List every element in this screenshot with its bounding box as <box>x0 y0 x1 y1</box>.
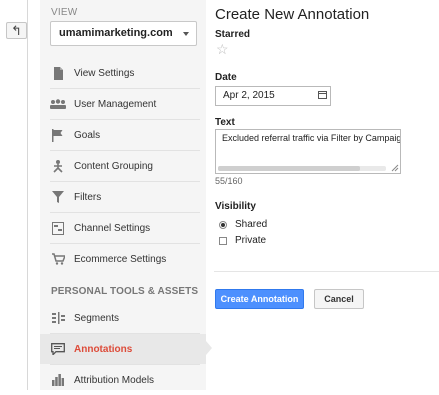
sidebar-item-goals[interactable]: Goals <box>40 120 206 150</box>
sidebar-item-annotations[interactable]: Annotations <box>40 334 206 364</box>
cart-icon <box>50 251 66 267</box>
attribution-icon <box>50 372 66 388</box>
section-title: PERSONAL TOOLS & ASSETS <box>51 286 199 297</box>
resize-handle-icon[interactable] <box>391 164 399 172</box>
sidebar-item-label: Ecommerce Settings <box>74 253 167 265</box>
rail-divider <box>27 0 28 390</box>
chevron-down-icon <box>183 32 189 36</box>
date-label: Date <box>215 72 237 83</box>
sidebar-item-label: Goals <box>74 129 101 141</box>
private-checkbox[interactable] <box>219 236 227 245</box>
text-label: Text <box>215 117 235 128</box>
visibility-private-option[interactable]: Private <box>219 235 266 246</box>
star-icon[interactable]: ☆ <box>216 41 229 58</box>
back-button[interactable]: ↰ <box>6 22 27 39</box>
annotation-icon <box>50 341 66 357</box>
sidebar-item-label: Segments <box>74 312 120 324</box>
horizontal-scrollbar[interactable] <box>218 166 386 171</box>
sidebar-item-filters[interactable]: Filters <box>40 182 206 212</box>
sidebar-item-label: Channel Settings <box>74 222 151 234</box>
sidebar-item-channel-settings[interactable]: Channel Settings <box>40 213 206 243</box>
calendar-icon[interactable] <box>318 91 327 99</box>
annotation-form: Create New Annotation Starred ☆ Date Apr… <box>206 0 439 390</box>
view-label: VIEW <box>51 7 78 18</box>
visibility-shared-option[interactable]: Shared <box>219 219 267 230</box>
sidebar-item-label: View Settings <box>74 67 135 79</box>
flag-icon <box>50 127 66 143</box>
sidebar-item-label: Attribution Models <box>74 374 155 386</box>
segments-icon <box>50 310 66 326</box>
view-selected-value: umamimarketing.com <box>59 27 173 39</box>
content-grouping-icon <box>50 158 66 174</box>
annotation-text-value: Excluded referral traffic via Filter by … <box>222 133 401 143</box>
shared-label: Shared <box>235 219 268 230</box>
date-field[interactable]: Apr 2, 2015 <box>215 86 331 106</box>
admin-sidebar: VIEW umamimarketing.com View Settings Us… <box>40 0 206 390</box>
starred-label: Starred <box>215 29 251 40</box>
form-divider <box>214 271 439 272</box>
date-value: Apr 2, 2015 <box>223 90 275 101</box>
sidebar-item-ecommerce-settings[interactable]: Ecommerce Settings <box>40 244 206 274</box>
sidebar-item-label: User Management <box>74 98 157 110</box>
visibility-label: Visibility <box>215 201 256 212</box>
users-icon <box>50 96 66 112</box>
sidebar-item-label: Annotations <box>74 343 133 355</box>
sidebar-item-label: Filters <box>74 191 102 203</box>
left-rail: ↰ <box>0 0 40 390</box>
scrollbar-thumb[interactable] <box>218 166 360 171</box>
sidebar-item-content-grouping[interactable]: Content Grouping <box>40 151 206 181</box>
cancel-button[interactable]: Cancel <box>314 289 364 309</box>
create-annotation-button[interactable]: Create Annotation <box>215 289 304 309</box>
sidebar-item-segments[interactable]: Segments <box>40 303 206 333</box>
page-title: Create New Annotation <box>215 6 370 23</box>
channel-settings-icon <box>50 220 66 236</box>
sidebar-item-view-settings[interactable]: View Settings <box>40 58 206 88</box>
document-icon <box>50 65 66 81</box>
annotation-text-field[interactable]: Excluded referral traffic via Filter by … <box>215 129 401 174</box>
shared-radio[interactable] <box>219 220 227 229</box>
sidebar-item-label: Content Grouping <box>74 160 153 172</box>
char-counter: 55/160 <box>215 176 243 186</box>
sidebar-item-user-management[interactable]: User Management <box>40 89 206 119</box>
sidebar-item-attribution-models[interactable]: Attribution Models <box>40 365 206 395</box>
private-label: Private <box>235 235 267 246</box>
filter-icon <box>50 189 66 205</box>
view-selector[interactable]: umamimarketing.com <box>50 21 197 46</box>
back-arrow-icon: ↰ <box>11 22 22 38</box>
